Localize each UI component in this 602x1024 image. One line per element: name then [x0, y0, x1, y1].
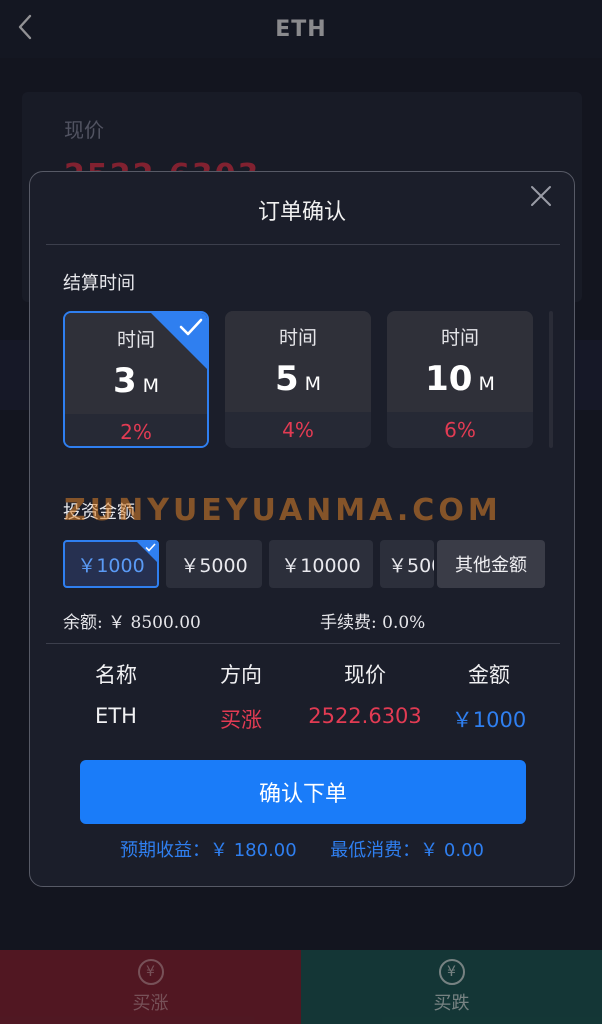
header-direction: 方向: [220, 663, 262, 687]
time-option-value: 3: [112, 361, 137, 401]
balance-text: 余额: ￥ 8500.00: [63, 613, 201, 633]
time-option-label: 时间: [278, 327, 317, 349]
cell-amount: ￥1000: [451, 708, 527, 732]
time-option-unit: M: [478, 373, 495, 395]
order-summary: 预期收益：￥ 180.00 最低消费：￥ 0.00: [30, 836, 574, 862]
cell-name: ETH: [95, 704, 137, 728]
amount-option-1000[interactable]: ￥1000: [63, 540, 159, 588]
header-name: 名称: [95, 663, 137, 687]
other-amount-button[interactable]: 其他金额: [437, 540, 545, 588]
time-option-unit: M: [142, 375, 160, 397]
time-option-value: 10: [425, 359, 473, 399]
order-confirm-dialog: 订单确认 结算时间 时间 3M 2% 时间 5M 4% 时间 10 M 6% 投资…: [29, 171, 575, 887]
header-price: 现价: [344, 663, 386, 687]
time-option-rate: 6%: [387, 412, 533, 448]
close-icon[interactable]: [528, 183, 554, 209]
header-amount: 金额: [468, 663, 510, 687]
next-option-peek: [549, 311, 553, 448]
fee-text: 手续费: 0.0%: [320, 613, 426, 633]
time-option-3m[interactable]: 时间 3M 2%: [63, 311, 209, 448]
confirm-order-button[interactable]: 确认下单: [80, 760, 526, 824]
watermark-text: ZUNYUEYUANMA.COM: [64, 493, 502, 528]
time-option-5m[interactable]: 时间 5M 4%: [225, 311, 371, 448]
settlement-time-label: 结算时间: [63, 273, 135, 294]
time-option-value: 5: [274, 359, 299, 399]
amount-option-50000[interactable]: ￥50000: [380, 540, 434, 588]
time-option-rate: 2%: [65, 414, 207, 446]
dialog-title: 订单确认: [257, 200, 346, 225]
expected-income: 预期收益：￥ 180.00: [120, 840, 297, 861]
divider: [46, 244, 560, 245]
amount-option-5000[interactable]: ￥5000: [166, 540, 262, 588]
time-option-unit: M: [304, 373, 322, 395]
cell-price: 2522.6303: [308, 704, 422, 728]
amount-option-10000[interactable]: ￥10000: [269, 540, 373, 588]
check-icon: [145, 543, 156, 552]
time-option-label: 时间: [440, 327, 479, 349]
time-option-rate: 4%: [225, 412, 371, 448]
time-option-10m[interactable]: 时间 10 M 6%: [387, 311, 533, 448]
divider: [46, 643, 560, 644]
min-cost: 最低消费：￥ 0.00: [330, 840, 484, 861]
cell-direction: 买涨: [220, 708, 262, 732]
check-icon: [179, 318, 203, 336]
